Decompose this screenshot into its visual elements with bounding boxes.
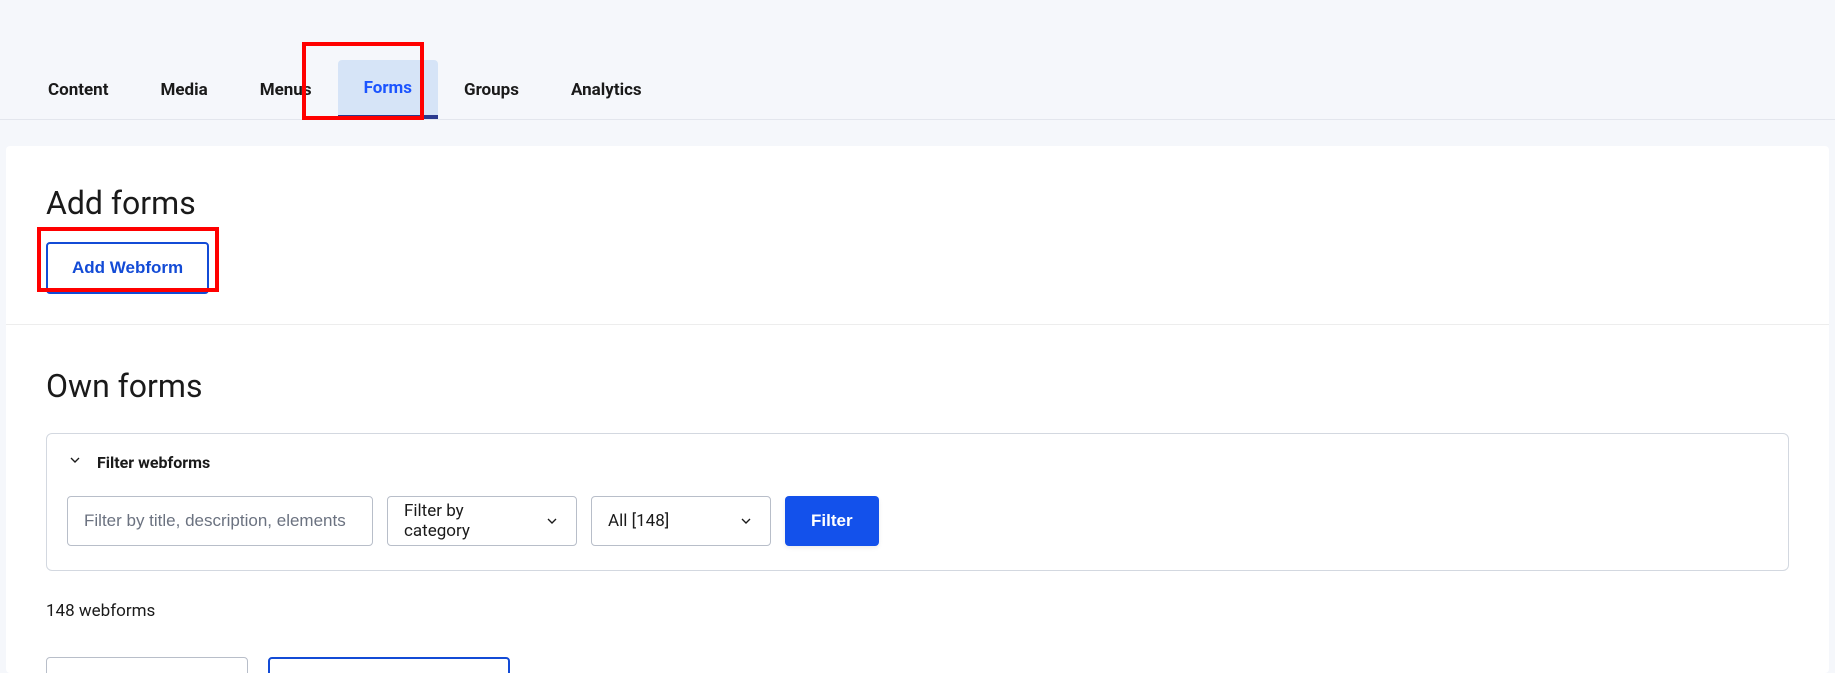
filter-panel-title: Filter webforms [97, 453, 210, 472]
bulk-actions-row: - Select operation - Apply to selected i… [46, 657, 1789, 673]
filter-button[interactable]: Filter [785, 496, 879, 546]
tab-groups[interactable]: Groups [438, 60, 545, 119]
main-panel: Add forms Add Webform Own forms Filter w… [6, 146, 1829, 673]
tab-menus[interactable]: Menus [234, 60, 338, 119]
filter-panel: Filter webforms Filter by category All [… [46, 433, 1789, 571]
nav-tabs: Content Media Menus Forms Groups Analyti… [0, 0, 1835, 120]
apply-to-selected-button[interactable]: Apply to selected items [268, 657, 510, 673]
tab-analytics[interactable]: Analytics [545, 60, 668, 119]
own-forms-heading: Own forms [46, 367, 1789, 405]
bulk-operation-select[interactable]: - Select operation - [46, 657, 248, 673]
tab-forms[interactable]: Forms [338, 60, 438, 119]
webform-count: 148 webforms [46, 601, 1789, 621]
add-webform-button[interactable]: Add Webform [46, 242, 209, 294]
chevron-down-icon [544, 513, 560, 529]
filter-panel-header[interactable]: Filter webforms [67, 452, 1768, 472]
filter-search-input[interactable] [67, 496, 373, 546]
chevron-down-icon [738, 513, 754, 529]
tab-media[interactable]: Media [134, 60, 233, 119]
page: Content Media Menus Forms Groups Analyti… [0, 0, 1835, 673]
chevron-down-icon [67, 452, 83, 472]
add-forms-section: Add forms Add Webform [6, 146, 1829, 325]
filter-category-select-label: Filter by category [404, 501, 528, 541]
own-forms-section: Own forms Filter webforms Filter by cate… [6, 325, 1829, 673]
filter-scope-select-label: All [148] [608, 511, 669, 531]
tab-content[interactable]: Content [22, 60, 134, 119]
filter-scope-select[interactable]: All [148] [591, 496, 771, 546]
filter-controls: Filter by category All [148] Filter [67, 496, 1768, 546]
add-forms-heading: Add forms [46, 184, 1789, 222]
filter-category-select[interactable]: Filter by category [387, 496, 577, 546]
